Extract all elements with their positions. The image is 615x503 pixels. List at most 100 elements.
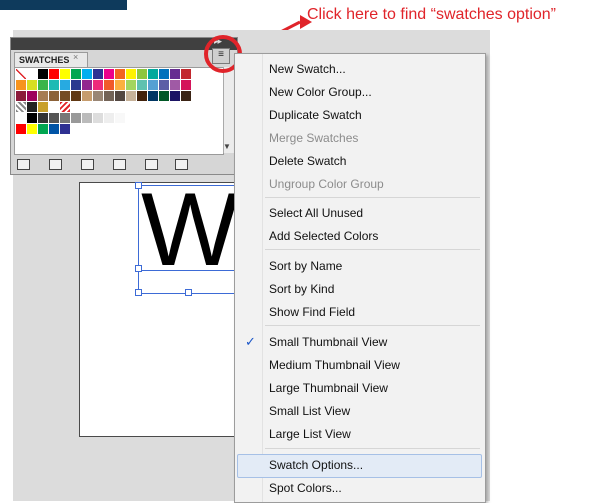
swatch[interactable] [38,80,49,91]
swatch[interactable] [49,102,60,113]
selection-handle[interactable] [135,289,142,296]
new-color-group-icon[interactable] [113,159,126,170]
swatch-libraries-menu-icon[interactable] [17,159,30,170]
menu-item-small-list-view[interactable]: Small List View [269,404,350,418]
swatch[interactable] [115,91,126,102]
swatch[interactable] [27,80,38,91]
swatch[interactable] [60,91,71,102]
swatch[interactable] [38,91,49,102]
swatch[interactable] [16,102,27,113]
menu-item-new-swatch[interactable]: New Swatch... [269,62,346,76]
swatch[interactable] [93,91,104,102]
swatch[interactable] [49,80,60,91]
menu-item-sort-by-name[interactable]: Sort by Name [269,259,342,273]
menu-item-large-thumbnail-view[interactable]: Large Thumbnail View [269,381,388,395]
swatch[interactable] [49,124,60,135]
delete-swatch-icon[interactable] [175,159,188,170]
swatch[interactable] [27,69,38,80]
swatch[interactable] [148,91,159,102]
swatch[interactable] [181,80,192,91]
swatch[interactable] [16,69,27,80]
swatch[interactable] [137,91,148,102]
menu-item-swatch-options[interactable]: Swatch Options... [269,458,363,472]
swatch[interactable] [60,124,71,135]
swatch[interactable] [60,113,71,124]
swatch[interactable] [71,69,82,80]
swatch[interactable] [82,69,93,80]
menu-item-add-selected-colors[interactable]: Add Selected Colors [269,229,378,243]
swatch[interactable] [71,80,82,91]
swatch[interactable] [27,113,38,124]
swatch[interactable] [159,69,170,80]
swatch[interactable] [16,91,27,102]
panel-header-strip[interactable] [11,38,237,50]
close-tab-icon[interactable]: × [73,52,78,62]
swatch[interactable] [27,102,38,113]
swatch[interactable] [181,91,192,102]
menu-item-large-list-view[interactable]: Large List View [269,427,351,441]
menu-item-show-find-field[interactable]: Show Find Field [269,305,355,319]
swatch[interactable] [159,80,170,91]
swatch[interactable] [148,69,159,80]
swatch[interactable] [60,69,71,80]
swatch[interactable] [104,80,115,91]
selection-handle[interactable] [135,182,142,189]
swatch[interactable] [104,91,115,102]
swatch[interactable] [38,69,49,80]
menu-item-delete-swatch[interactable]: Delete Swatch [269,154,346,168]
swatch[interactable] [82,80,93,91]
menu-item-ungroup-color-group[interactable]: Ungroup Color Group [269,177,384,191]
new-swatch-icon[interactable] [145,159,158,170]
swatch[interactable] [115,69,126,80]
scroll-down-icon[interactable]: ▼ [223,142,231,151]
swatch[interactable] [93,69,104,80]
swatch[interactable] [16,124,27,135]
swatch[interactable] [126,80,137,91]
swatch[interactable] [181,69,192,80]
swatch[interactable] [126,69,137,80]
selection-handle[interactable] [135,265,142,272]
swatch[interactable] [60,80,71,91]
menu-item-select-all-unused[interactable]: Select All Unused [269,206,363,220]
swatch[interactable] [38,124,49,135]
swatch[interactable] [170,69,181,80]
swatch[interactable] [27,91,38,102]
menu-item-small-thumbnail-view[interactable]: Small Thumbnail View [269,335,387,349]
swatch[interactable] [148,80,159,91]
swatch[interactable] [71,91,82,102]
menu-item-spot-colors[interactable]: Spot Colors... [269,481,342,495]
swatch[interactable] [49,91,60,102]
menu-item-sort-by-kind[interactable]: Sort by Kind [269,282,334,296]
swatch[interactable] [137,80,148,91]
menu-item-merge-swatches[interactable]: Merge Swatches [269,131,358,145]
swatch[interactable] [170,91,181,102]
menu-item-duplicate-swatch[interactable]: Duplicate Swatch [269,108,362,122]
swatch[interactable] [104,113,115,124]
show-swatch-kinds-icon[interactable] [49,159,62,170]
swatch[interactable] [16,113,27,124]
swatch[interactable] [49,69,60,80]
menu-item-new-color-group[interactable]: New Color Group... [269,85,372,99]
swatch[interactable] [82,91,93,102]
swatch[interactable] [159,91,170,102]
swatch[interactable] [115,113,126,124]
swatch[interactable] [104,69,115,80]
swatch[interactable] [38,102,49,113]
swatch[interactable] [60,102,71,113]
swatch-options-icon[interactable] [81,159,94,170]
swatch[interactable] [49,113,60,124]
swatch[interactable] [170,80,181,91]
swatch[interactable] [93,113,104,124]
swatch[interactable] [137,69,148,80]
swatch[interactable] [27,124,38,135]
selection-handle[interactable] [185,289,192,296]
menu-item-medium-thumbnail-view[interactable]: Medium Thumbnail View [269,358,400,372]
swatch[interactable] [38,113,49,124]
swatch[interactable] [71,113,82,124]
swatch[interactable] [115,80,126,91]
swatch[interactable] [93,80,104,91]
swatch[interactable] [16,80,27,91]
swatch[interactable] [126,91,137,102]
panel-scrollbar[interactable] [223,67,234,153]
swatch[interactable] [82,113,93,124]
